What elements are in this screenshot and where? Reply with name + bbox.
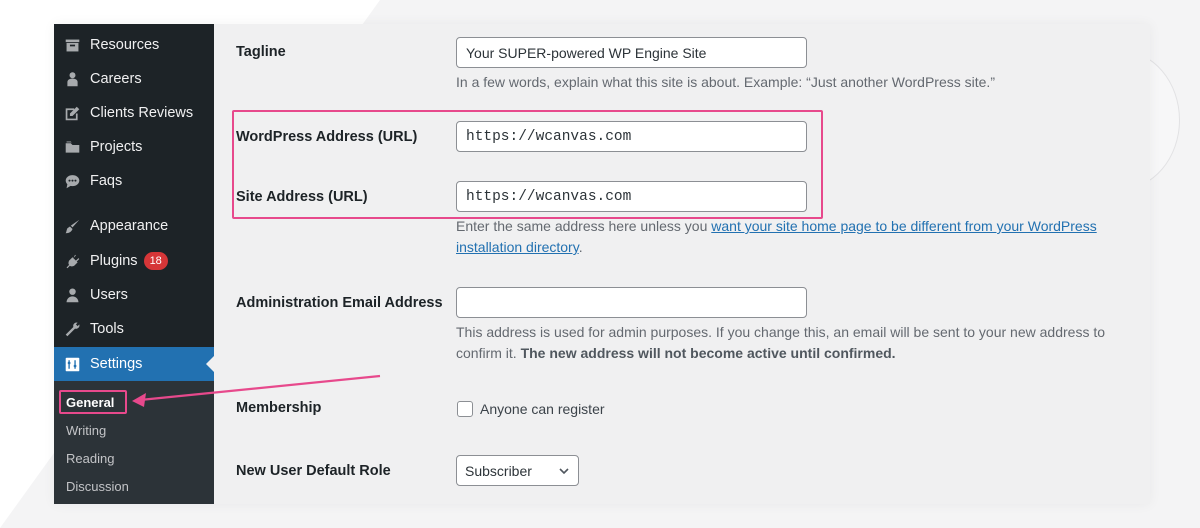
wordpress-address-input[interactable] bbox=[456, 121, 807, 152]
sidebar-item-clients-reviews[interactable]: Clients Reviews bbox=[54, 96, 214, 130]
site-address-description: Enter the same address here unless you w… bbox=[456, 216, 1132, 258]
site-address-input[interactable] bbox=[456, 181, 807, 212]
sidebar-item-plugins[interactable]: Plugins 18 bbox=[54, 244, 214, 278]
admin-email-description: This address is used for admin purposes.… bbox=[456, 322, 1140, 364]
settings-icon bbox=[62, 354, 82, 374]
submenu-item-writing[interactable]: Writing bbox=[66, 423, 106, 438]
sidebar-item-label: Tools bbox=[90, 321, 124, 337]
chat-icon bbox=[62, 171, 82, 191]
plugins-update-badge: 18 bbox=[143, 252, 168, 270]
admin-sidebar: Resources Careers Clients Reviews Projec… bbox=[54, 24, 214, 504]
tagline-input[interactable] bbox=[456, 37, 807, 68]
sidebar-item-users[interactable]: Users bbox=[54, 278, 214, 312]
default-role-select[interactable]: Subscriber bbox=[456, 455, 579, 486]
default-role-value: Subscriber bbox=[465, 462, 532, 479]
site-address-description-end: . bbox=[578, 239, 583, 255]
sidebar-item-label: Careers bbox=[90, 71, 142, 87]
anyone-can-register-checkbox[interactable] bbox=[457, 401, 473, 417]
chevron-down-icon bbox=[559, 467, 569, 474]
edit-icon bbox=[62, 103, 82, 123]
sidebar-item-label: Appearance bbox=[90, 218, 169, 234]
wrench-icon bbox=[62, 319, 82, 339]
sidebar-item-faqs[interactable]: Faqs bbox=[54, 164, 214, 198]
wp-admin-window: Resources Careers Clients Reviews Projec… bbox=[54, 24, 1150, 504]
admin-email-description-strong: The new address will not become active u… bbox=[520, 345, 896, 361]
sidebar-item-label: Clients Reviews bbox=[90, 105, 194, 121]
admin-email-input[interactable] bbox=[456, 287, 807, 318]
general-highlight-box bbox=[59, 390, 127, 414]
sidebar-item-label: Projects bbox=[90, 139, 143, 155]
tagline-description: In a few words, explain what this site i… bbox=[456, 74, 995, 90]
sidebar-item-label: Resources bbox=[90, 37, 160, 53]
sidebar-item-label: Plugins bbox=[90, 253, 138, 269]
default-role-label: New User Default Role bbox=[236, 463, 391, 479]
tagline-label: Tagline bbox=[236, 44, 286, 60]
membership-label: Membership bbox=[236, 400, 322, 416]
sidebar-item-label: Users bbox=[90, 287, 128, 303]
sidebar-item-resources[interactable]: Resources bbox=[54, 28, 214, 62]
brush-icon bbox=[62, 216, 82, 236]
user-icon bbox=[62, 285, 82, 305]
plug-icon bbox=[62, 251, 82, 271]
sidebar-item-settings[interactable]: Settings bbox=[54, 347, 214, 381]
sidebar-item-projects[interactable]: Projects bbox=[54, 130, 214, 164]
admin-email-label: Administration Email Address bbox=[236, 295, 443, 311]
submenu-item-reading[interactable]: Reading bbox=[66, 451, 114, 466]
sidebar-item-careers[interactable]: Careers bbox=[54, 62, 214, 96]
sidebar-item-tools[interactable]: Tools bbox=[54, 312, 214, 346]
active-menu-notch bbox=[206, 356, 214, 372]
site-address-label: Site Address (URL) bbox=[236, 189, 368, 205]
sidebar-item-label: Faqs bbox=[90, 173, 123, 189]
anyone-can-register-label[interactable]: Anyone can register bbox=[480, 399, 605, 420]
site-address-description-text: Enter the same address here unless you bbox=[456, 218, 712, 234]
submenu-item-discussion[interactable]: Discussion bbox=[66, 479, 129, 494]
wordpress-address-label: WordPress Address (URL) bbox=[236, 129, 418, 145]
annotation-arrow bbox=[132, 374, 381, 407]
archive-icon bbox=[62, 35, 82, 55]
sidebar-item-appearance[interactable]: Appearance bbox=[54, 209, 214, 243]
sidebar-item-label: Settings bbox=[90, 356, 143, 372]
person-icon bbox=[62, 69, 82, 89]
folder-icon bbox=[62, 137, 82, 157]
